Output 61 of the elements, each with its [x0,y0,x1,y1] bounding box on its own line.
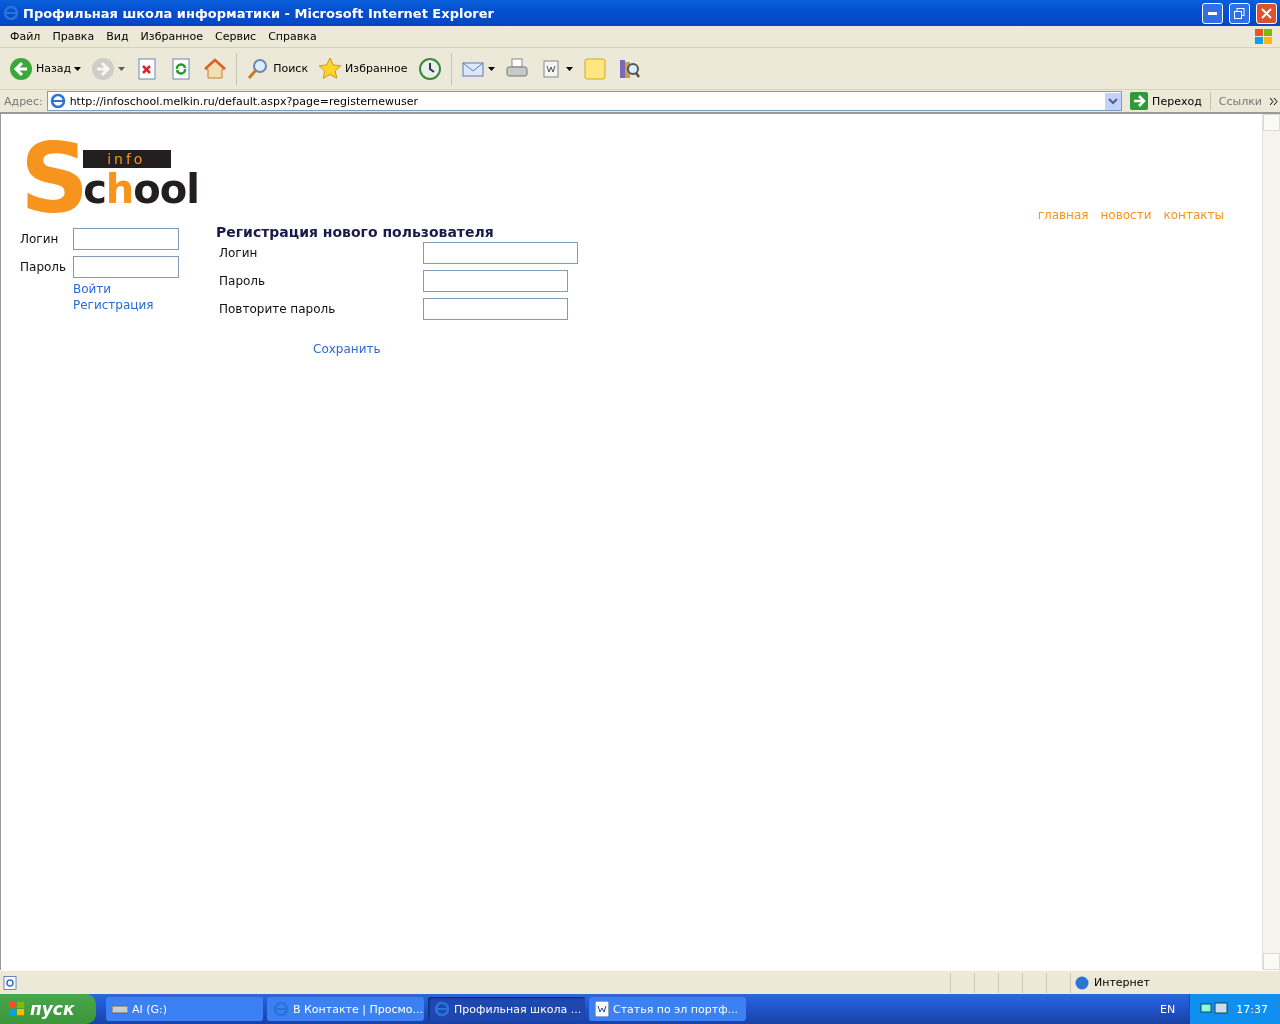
drive-icon [112,1004,128,1014]
menu-item[interactable]: Избранное [134,30,210,43]
link[interactable]: Регистрация [73,298,179,312]
input-field[interactable] [423,298,568,320]
ie-icon [49,93,66,109]
links-label[interactable]: Ссылки [1214,94,1266,108]
caret-icon[interactable] [565,66,573,71]
taskbar-button[interactable]: Профильная школа ... [428,997,585,1021]
address-field[interactable]: http://infoschool.melkin.ru/default.aspx?page=registernewuser [46,91,1123,111]
field-label: Пароль [20,260,68,274]
address-label: Адрес: [4,94,43,108]
field-label: Логин [20,232,60,246]
language-indicator[interactable]: EN [1160,1002,1176,1016]
clock: 17:37 [1236,1002,1268,1016]
restore-icon[interactable] [1234,7,1245,19]
globe-icon [1075,975,1089,990]
document-icon [595,1001,609,1017]
menu-item[interactable]: Сервис [209,30,263,43]
dropdown-icon[interactable] [1105,92,1122,110]
caret-icon[interactable] [487,66,495,71]
go-arrow-icon[interactable] [1130,92,1149,110]
menu-item[interactable]: Правка [46,30,101,43]
history-icon[interactable] [417,56,442,81]
taskbar-button[interactable]: AI (G:) [106,997,263,1021]
menu-item[interactable]: Вид [100,30,135,43]
minimize-icon[interactable] [1208,11,1217,15]
taskbar-button[interactable]: Статья по эл портф... [589,997,746,1021]
toolbar-label[interactable]: Назад [36,62,72,75]
field-label: Повторите пароль [219,302,337,316]
input-field[interactable] [423,242,578,264]
star-icon[interactable] [318,56,343,81]
go-button[interactable]: Переход [1152,94,1202,108]
restore-button[interactable] [1229,2,1250,24]
save-link[interactable]: Сохранить [313,342,578,356]
minimize-button[interactable] [1202,2,1223,24]
ie-icon [434,1001,450,1017]
close-button[interactable] [1256,2,1277,24]
menu-item[interactable]: Справка [262,30,323,43]
network-icon[interactable] [1200,1001,1231,1017]
input-field[interactable] [73,256,179,278]
input-field[interactable] [73,228,179,250]
taskbar-button[interactable]: В Контакте | Просмо... [267,997,424,1021]
form-title: Регистрация нового пользователя [216,224,495,240]
menu-item[interactable]: Файл [4,30,47,43]
home-icon[interactable] [203,56,228,81]
windows-logo-icon[interactable] [8,1001,26,1017]
input-field[interactable] [423,270,568,292]
window-title: Профильная школа информатики - Microsoft Internet Explorer [23,5,495,21]
toolbar-label[interactable]: Избранное [345,62,408,75]
page-icon [3,975,17,990]
field-label: Логин [219,246,259,260]
caret-icon[interactable] [74,66,82,71]
chevron-icon[interactable] [1270,97,1278,105]
close-icon[interactable] [1261,7,1272,19]
ie-icon [3,5,19,21]
ie-icon [273,1001,289,1017]
zone-label: Интернет [1094,976,1150,989]
toolbar-label[interactable]: Поиск [273,62,309,75]
field-label: Пароль [219,274,267,288]
link[interactable]: Войти [73,282,179,296]
windows-logo-icon [1254,27,1274,46]
